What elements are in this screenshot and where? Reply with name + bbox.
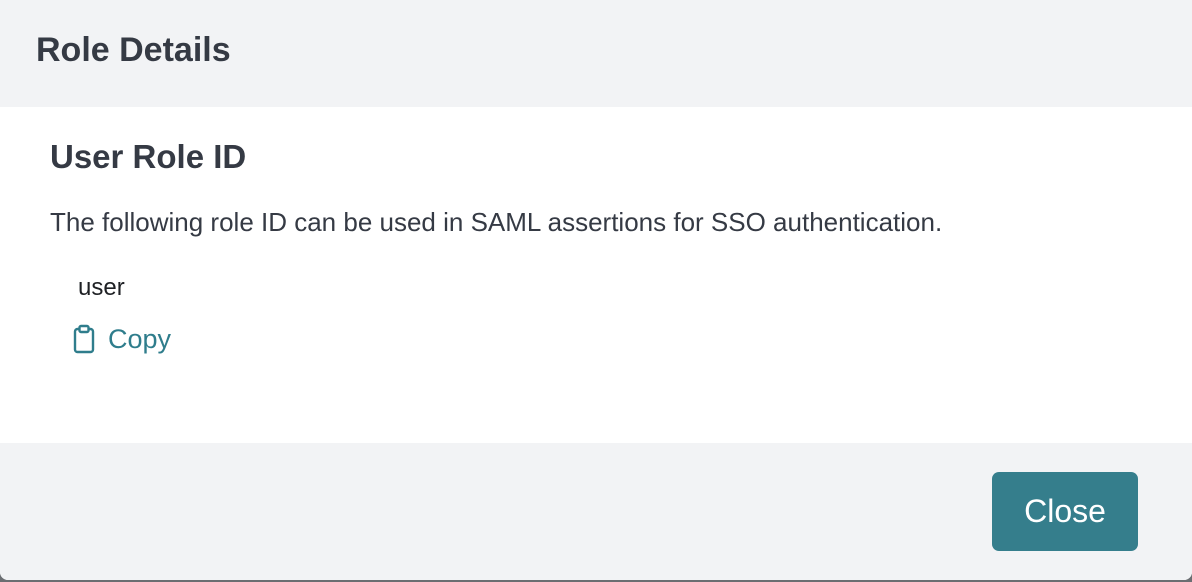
role-id-description: The following role ID can be used in SAM… xyxy=(50,207,943,237)
role-id-value: user xyxy=(78,274,125,301)
dialog-body: User Role ID The following role ID can b… xyxy=(0,107,1192,443)
section-title: User Role ID xyxy=(50,138,247,175)
clipboard-icon xyxy=(70,324,98,354)
dialog-footer: Close xyxy=(0,443,1192,580)
role-details-dialog: Role Details User Role ID The following … xyxy=(0,0,1192,580)
dialog-header: Role Details xyxy=(0,0,1192,107)
close-button[interactable]: Close xyxy=(992,472,1138,551)
copy-label: Copy xyxy=(108,324,172,354)
dialog-title: Role Details xyxy=(36,31,231,69)
copy-button[interactable]: Copy xyxy=(70,321,171,357)
